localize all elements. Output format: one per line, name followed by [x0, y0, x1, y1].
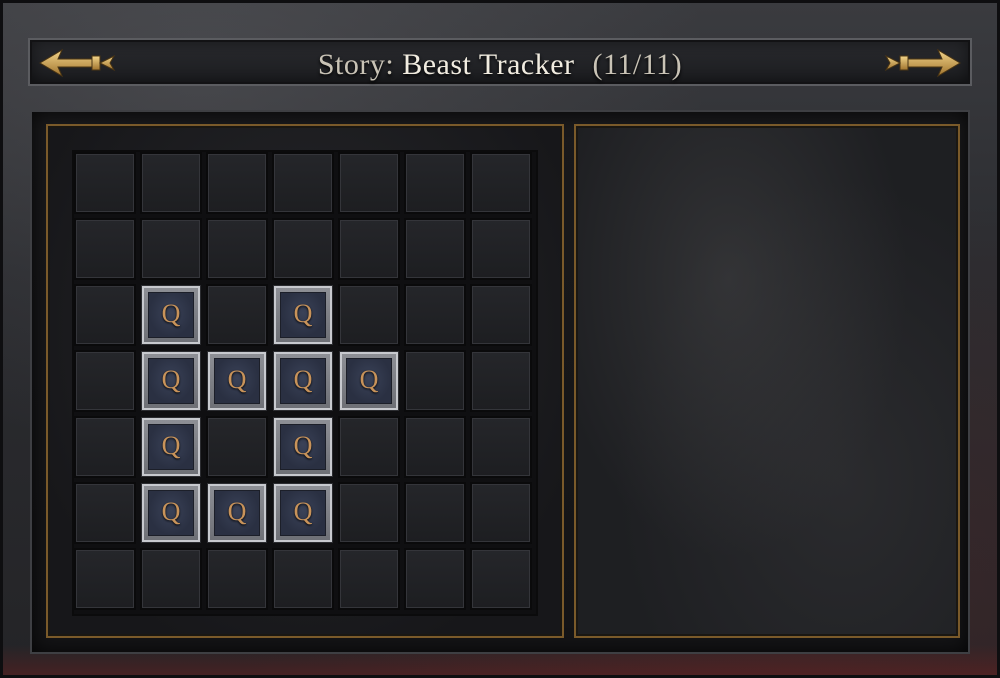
quest-slot-filled[interactable]: Q: [142, 352, 200, 410]
quest-icon: Q: [293, 299, 313, 328]
quest-slot-empty[interactable]: [74, 284, 136, 346]
quest-icon: Q: [227, 497, 247, 526]
quest-slot-filled[interactable]: Q: [208, 484, 266, 542]
quest-icon: Q: [161, 365, 181, 394]
quest-slot-empty[interactable]: [272, 218, 334, 280]
quest-icon: Q: [227, 365, 247, 394]
quest-slot-filled[interactable]: Q: [274, 484, 332, 542]
quest-slot-empty[interactable]: [338, 152, 400, 214]
quest-slot-empty[interactable]: [404, 482, 466, 544]
quest-slot-empty[interactable]: [206, 416, 268, 478]
quest-slot-filled[interactable]: Q: [274, 418, 332, 476]
quest-slot-empty[interactable]: [470, 218, 532, 280]
title-prefix: Story:: [317, 48, 395, 81]
quest-slot-filled[interactable]: Q: [274, 286, 332, 344]
quest-slot-empty[interactable]: [404, 218, 466, 280]
quest-slot-empty[interactable]: [338, 416, 400, 478]
title-bar: Story: Beast Tracker (11/11): [28, 38, 972, 86]
quest-slot-filled[interactable]: Q: [142, 418, 200, 476]
quest-grid: Q Q Q Q Q Q Q Q Q Q Q: [74, 152, 536, 614]
quest-slot-empty[interactable]: [74, 218, 136, 280]
quest-slot-empty[interactable]: [338, 548, 400, 610]
title-count: (11/11): [592, 48, 683, 81]
quest-slot-empty[interactable]: [470, 548, 532, 610]
quest-icon: Q: [161, 431, 181, 460]
quest-slot-empty[interactable]: [206, 548, 268, 610]
quest-slot-empty[interactable]: [404, 548, 466, 610]
quest-slot-empty[interactable]: [206, 152, 268, 214]
quest-slot-empty[interactable]: [470, 416, 532, 478]
quest-slot-empty[interactable]: [74, 350, 136, 412]
quest-slot-empty[interactable]: [272, 152, 334, 214]
quest-slot-empty[interactable]: [470, 350, 532, 412]
quest-slot-empty[interactable]: [74, 482, 136, 544]
quest-slot-empty[interactable]: [140, 548, 202, 610]
quest-slot-empty[interactable]: [338, 218, 400, 280]
quest-slot-empty[interactable]: [404, 350, 466, 412]
quest-slot-empty[interactable]: [272, 548, 334, 610]
quest-slot-empty[interactable]: [404, 152, 466, 214]
quest-icon: Q: [161, 497, 181, 526]
quest-slot-empty[interactable]: [470, 152, 532, 214]
quest-slot-empty[interactable]: [140, 218, 202, 280]
quest-slot-filled[interactable]: Q: [208, 352, 266, 410]
quest-slot-filled[interactable]: Q: [142, 484, 200, 542]
ornate-arrow-right-icon[interactable]: [884, 44, 964, 82]
details-panel: [574, 124, 960, 638]
quest-slot-filled[interactable]: Q: [274, 352, 332, 410]
quest-icon: Q: [359, 365, 379, 394]
quest-slot-empty[interactable]: [338, 482, 400, 544]
quest-icon: Q: [293, 365, 313, 394]
quest-slot-empty[interactable]: [206, 284, 268, 346]
quest-slot-empty[interactable]: [338, 284, 400, 346]
quest-slot-filled[interactable]: Q: [340, 352, 398, 410]
quest-icon: Q: [293, 497, 313, 526]
quest-slot-empty[interactable]: [140, 152, 202, 214]
quest-slot-empty[interactable]: [470, 284, 532, 346]
quest-slot-filled[interactable]: Q: [142, 286, 200, 344]
title: Story: Beast Tracker (11/11): [30, 48, 970, 82]
quest-slot-empty[interactable]: [404, 284, 466, 346]
quest-icon: Q: [161, 299, 181, 328]
quest-slot-empty[interactable]: [74, 416, 136, 478]
quest-slot-empty[interactable]: [404, 416, 466, 478]
title-name: Beast Tracker: [402, 48, 575, 81]
quest-slot-empty[interactable]: [74, 152, 136, 214]
quest-icon: Q: [293, 431, 313, 460]
quest-slot-empty[interactable]: [470, 482, 532, 544]
quest-slot-empty[interactable]: [206, 218, 268, 280]
quest-slot-empty[interactable]: [74, 548, 136, 610]
